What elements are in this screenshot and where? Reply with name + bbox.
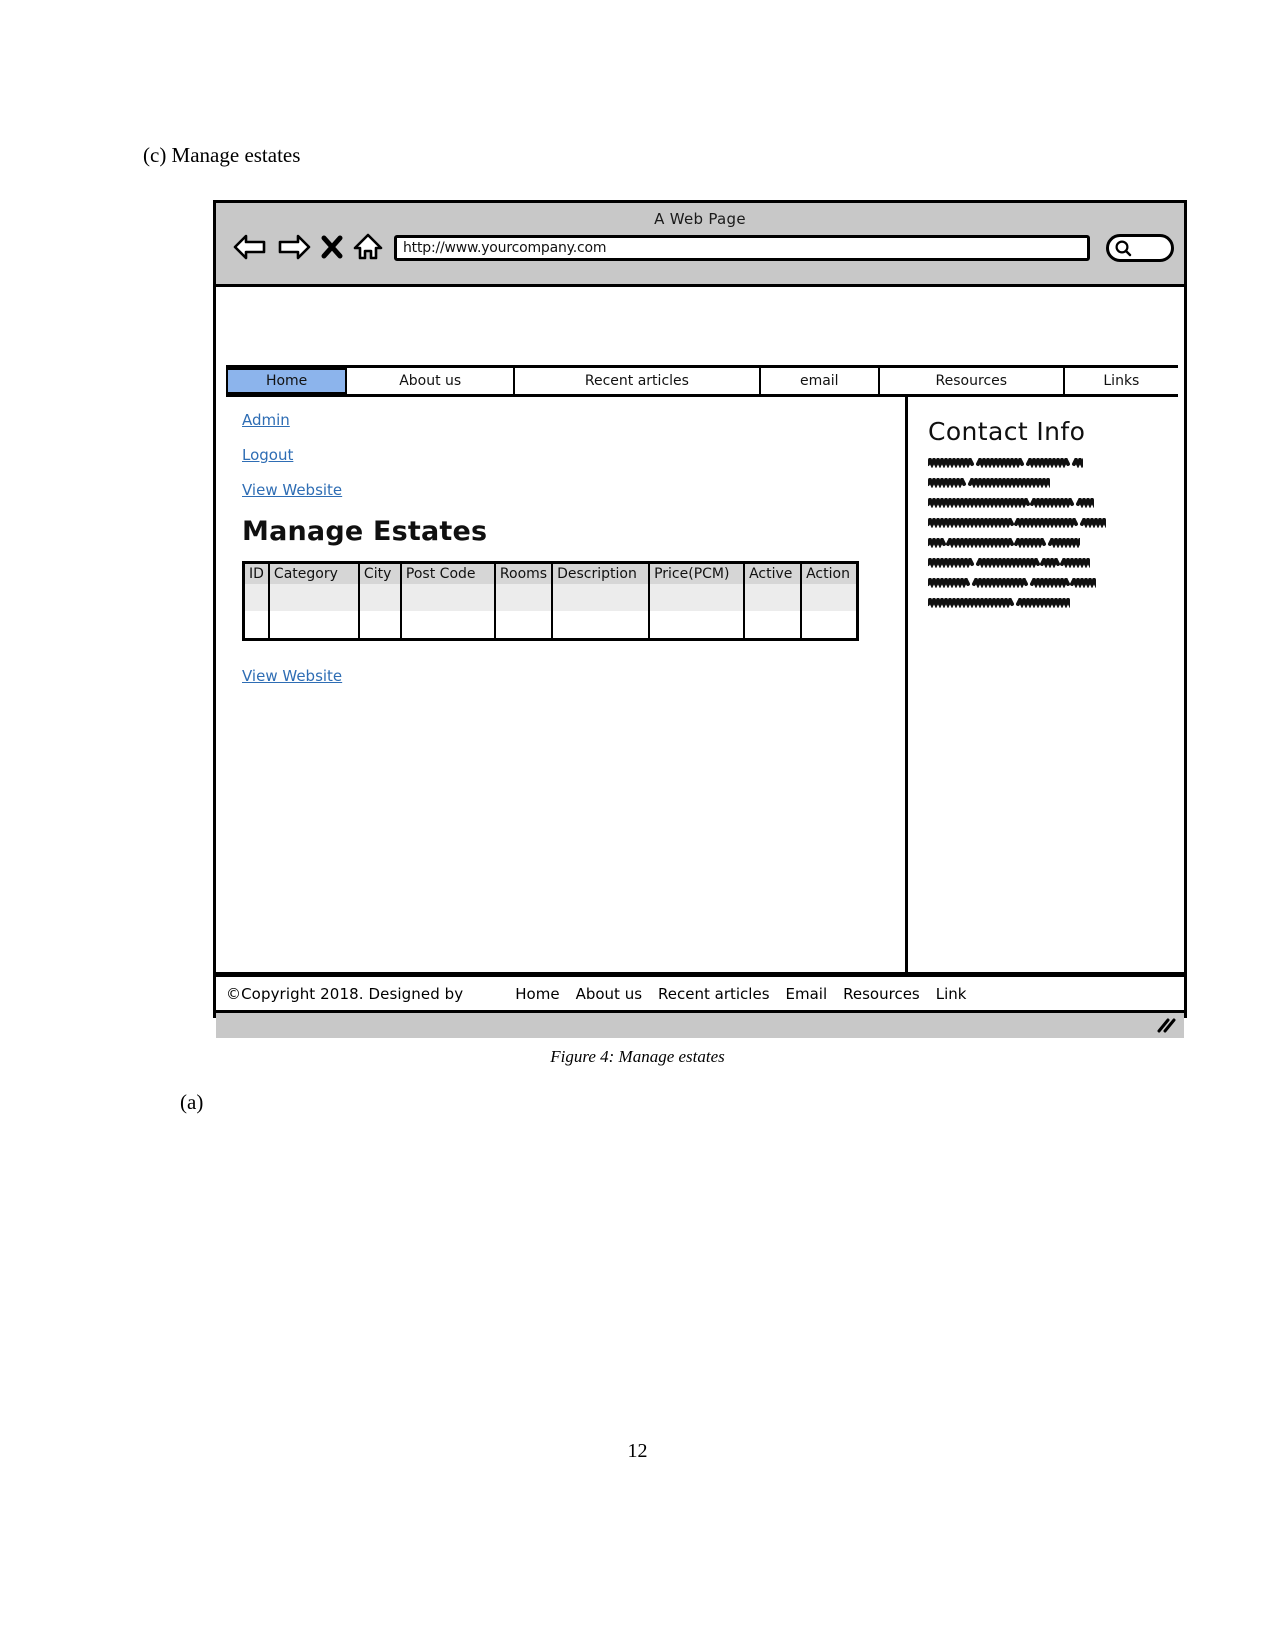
nav-tab-recent-articles[interactable]: Recent articles	[515, 368, 761, 394]
home-icon[interactable]	[353, 233, 383, 261]
table-cell	[801, 584, 858, 611]
page-footer: ©Copyright 2018. Designed by Home About u…	[216, 972, 1184, 1010]
browser-status-bar	[216, 1010, 1184, 1038]
nav-tab-label: Links	[1103, 373, 1140, 389]
table-cell	[268, 584, 360, 611]
column-header-post-code: Post Code	[400, 562, 496, 584]
nav-tab-home[interactable]: Home	[226, 368, 348, 394]
main-navigation: Home About us Recent articles email Resource…	[226, 365, 1178, 397]
admin-link-admin[interactable]: Admin	[242, 411, 290, 429]
nav-tab-about-us[interactable]: About us	[347, 368, 516, 394]
column-header-category: Category	[268, 562, 360, 584]
table-cell	[400, 611, 496, 640]
placeholder-text-line	[928, 578, 1184, 588]
column-header-city: City	[358, 562, 402, 584]
estates-table: ID Category City Post Code Rooms Description P…	[242, 561, 859, 641]
column-header-description: Description	[552, 562, 651, 584]
table-cell	[552, 584, 651, 611]
browser-nav-icons	[233, 233, 383, 261]
figure-caption: Figure 4: Manage estates	[550, 1047, 725, 1066]
search-box[interactable]	[1106, 234, 1174, 262]
table-cell	[494, 584, 554, 611]
placeholder-text-line	[928, 498, 1184, 508]
footer-link-link[interactable]: Link	[936, 985, 967, 1003]
page-content: Admin Logout View Website Manage Estates I…	[216, 397, 1184, 972]
table-row	[243, 584, 858, 611]
copyright-text: ©Copyright 2018. Designed by	[226, 984, 464, 1003]
table-cell	[358, 611, 402, 640]
forward-arrow-icon[interactable]	[277, 234, 311, 260]
browser-chrome: A Web Page http://www.yourcompany.com	[216, 203, 1184, 287]
table-cell	[744, 584, 803, 611]
placeholder-text-line	[928, 598, 1184, 608]
column-header-rooms: Rooms	[494, 562, 554, 584]
footer-links: Home About us Recent articles Email Resource…	[515, 985, 966, 1003]
contact-info-sidebar: Contact Info	[908, 397, 1184, 972]
table-row	[243, 611, 858, 640]
search-icon	[1114, 239, 1132, 257]
table-cell	[494, 611, 554, 640]
contact-info-placeholder-text	[928, 458, 1184, 608]
footer-link-about-us[interactable]: About us	[576, 985, 642, 1003]
table-cell	[268, 611, 360, 640]
table-cell	[552, 611, 651, 640]
nav-tab-email[interactable]: email	[760, 368, 880, 394]
footer-link-home[interactable]: Home	[515, 985, 559, 1003]
estates-table-header-row: ID Category City Post Code Rooms Description P…	[243, 562, 858, 584]
table-cell	[243, 611, 270, 640]
table-cell	[744, 611, 803, 640]
nav-tab-label: Home	[265, 373, 308, 389]
nav-tab-resources[interactable]: Resources	[879, 368, 1065, 394]
page-number: 12	[627, 1440, 648, 1462]
address-bar[interactable]: http://www.yourcompany.com	[394, 235, 1090, 261]
table-cell	[649, 611, 746, 640]
contact-info-heading: Contact Info	[928, 417, 1086, 446]
estates-table-body	[243, 584, 858, 640]
placeholder-text-line	[928, 458, 1184, 468]
section-label: (c) Manage estates	[143, 143, 301, 167]
column-header-id: ID	[243, 562, 270, 584]
column-header-active: Active	[744, 562, 803, 584]
content-main-column: Admin Logout View Website Manage Estates I…	[216, 397, 908, 972]
admin-link-logout[interactable]: Logout	[242, 446, 293, 464]
estates-table-head: ID Category City Post Code Rooms Description P…	[243, 562, 858, 584]
placeholder-text-line	[928, 478, 1184, 488]
view-website-link-bottom[interactable]: View Website	[242, 667, 342, 685]
back-arrow-icon[interactable]	[233, 234, 267, 260]
table-cell	[358, 584, 402, 611]
column-header-price-pcm-: Price(PCM)	[649, 562, 746, 584]
browser-window-mockup: A Web Page http://www.yourcompany.com Ho…	[213, 200, 1187, 1038]
table-cell	[400, 584, 496, 611]
table-cell	[243, 584, 270, 611]
footer-link-recent-articles[interactable]: Recent articles	[658, 985, 769, 1003]
window-title: A Web Page	[654, 210, 746, 228]
page-title: Manage Estates	[242, 516, 488, 547]
admin-links: Admin Logout View Website	[242, 411, 905, 499]
nav-tab-links[interactable]: Links	[1064, 368, 1178, 394]
table-cell	[649, 584, 746, 611]
placeholder-text-line	[928, 538, 1184, 548]
nav-tab-label: About us	[399, 373, 462, 389]
placeholder-text-line	[928, 518, 1184, 528]
url-text: http://www.yourcompany.com	[403, 240, 607, 256]
resize-grip-icon[interactable]	[1155, 1018, 1177, 1034]
close-x-icon[interactable]	[321, 234, 343, 260]
footer-link-resources[interactable]: Resources	[843, 985, 920, 1003]
next-section-label: (a)	[180, 1090, 204, 1114]
nav-tab-label: Resources	[935, 373, 1008, 389]
nav-tab-label: Recent articles	[584, 373, 689, 389]
page-banner	[216, 287, 1184, 365]
placeholder-text-line	[928, 558, 1184, 568]
admin-link-view-website[interactable]: View Website	[242, 481, 342, 499]
column-header-action: Action	[801, 562, 858, 584]
nav-tab-label: email	[799, 373, 839, 389]
footer-link-email[interactable]: Email	[786, 985, 828, 1003]
table-cell	[801, 611, 858, 640]
